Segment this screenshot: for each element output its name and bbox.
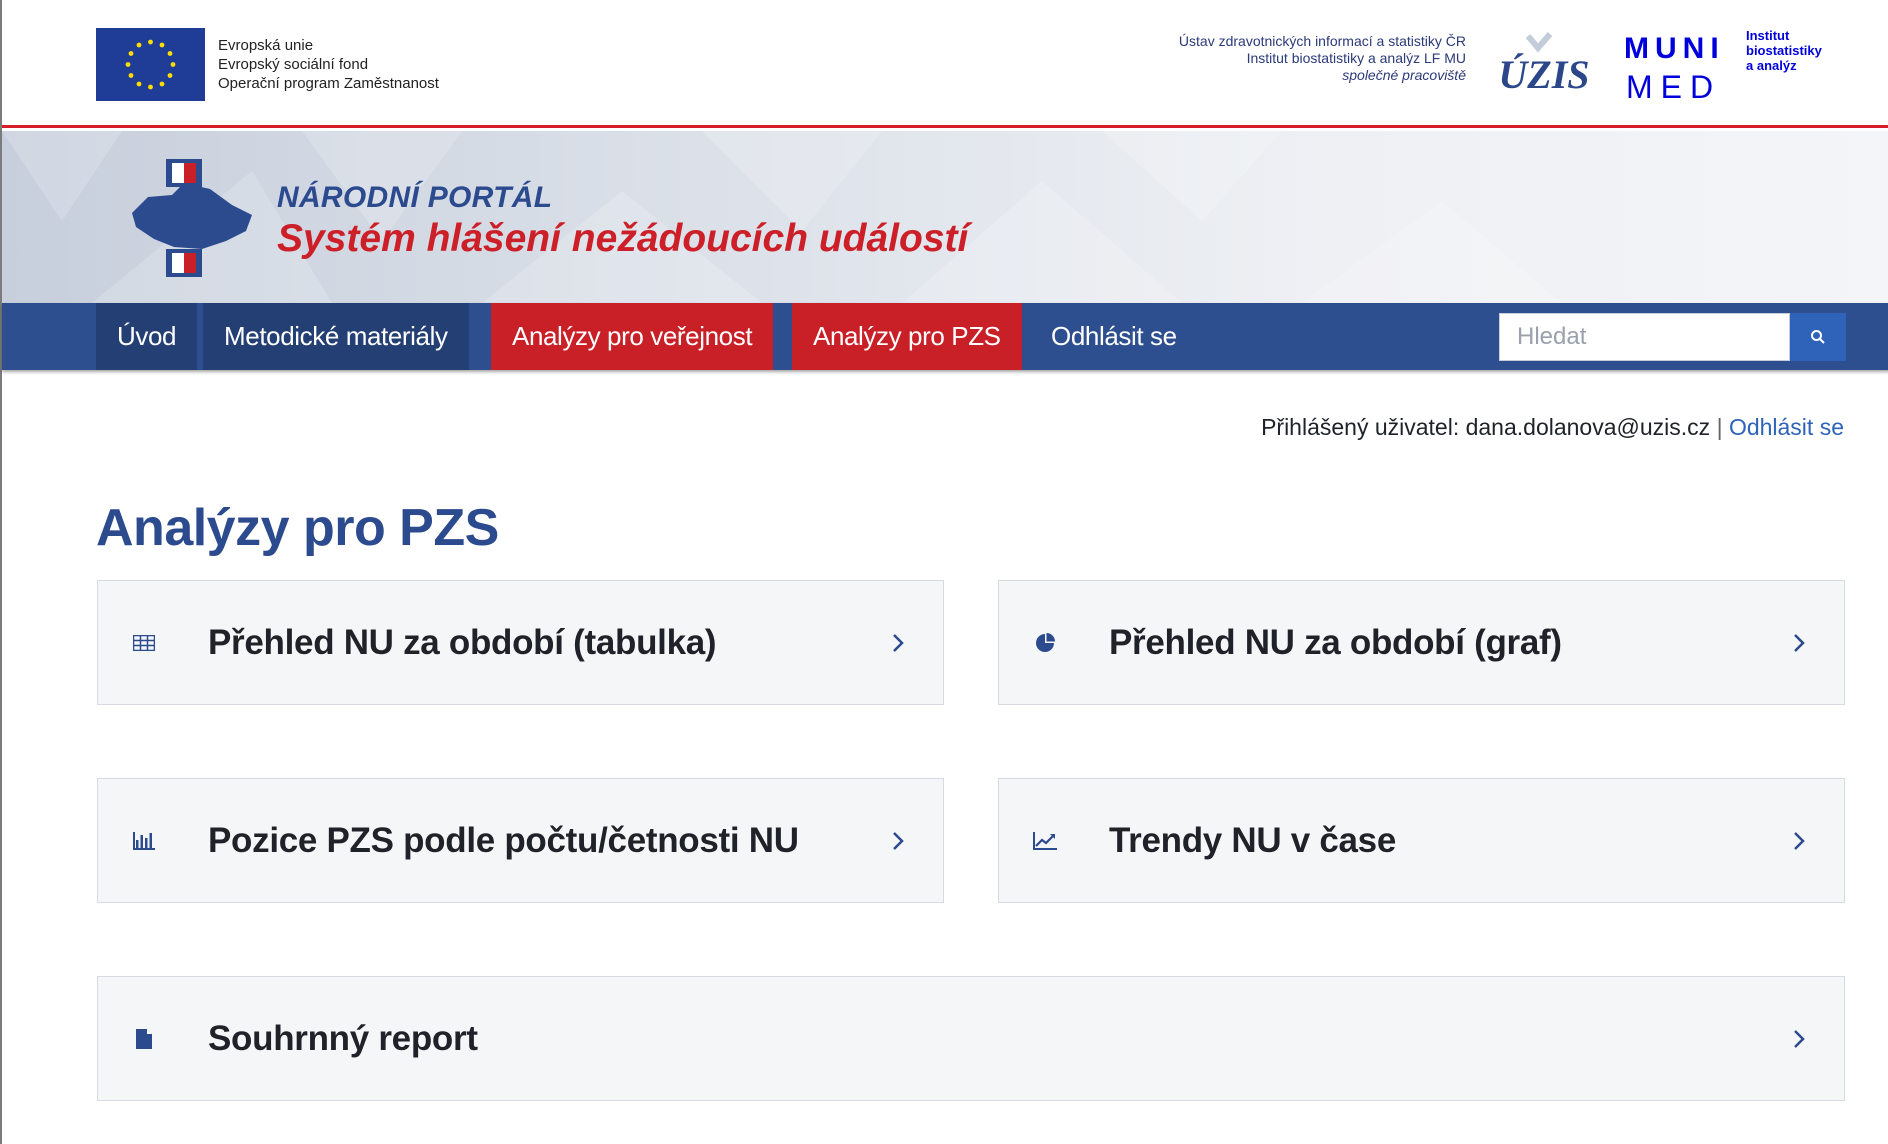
card-label: Trendy NU v čase <box>1109 820 1397 860</box>
chevron-right-icon <box>1794 633 1805 652</box>
logout-link[interactable]: Odhlásit se <box>1729 414 1844 440</box>
ibiostat-line-1: Institut <box>1746 28 1790 43</box>
institute-text: Ústav zdravotnických informací a statist… <box>1046 33 1466 84</box>
uzis-logo: ÚZIS <box>1498 30 1592 100</box>
card-prehled-graf[interactable]: Přehled NU za období (graf) <box>998 580 1845 705</box>
logo-strip: Evropská unie Evropský sociální fond Ope… <box>2 0 1888 128</box>
muni-med-logo: MUNI MED <box>1624 28 1736 105</box>
page-frame: Evropská unie Evropský sociální fond Ope… <box>0 0 1888 1144</box>
nav-item-odhlasit-se[interactable]: Odhlásit se <box>1030 303 1198 370</box>
eu-line-1: Evropská unie <box>218 37 314 54</box>
page-title: Analýzy pro PZS <box>96 499 499 557</box>
chevron-right-icon <box>1794 831 1805 850</box>
table-icon <box>132 631 156 655</box>
ibiostat-logo-text: Institut biostatistiky a analýz <box>1746 28 1822 73</box>
search-box <box>1499 313 1790 361</box>
chevron-right-icon <box>893 633 904 652</box>
card-label: Přehled NU za období (graf) <box>1109 622 1562 662</box>
portal-title-small: NÁRODNÍ PORTÁL <box>277 181 553 214</box>
nav-item-uvod[interactable]: Úvod <box>96 303 198 370</box>
institute-line-2: Institut biostatistiky a analýz LF MU <box>1246 50 1466 66</box>
svg-text:MUNI: MUNI <box>1624 32 1725 65</box>
portal-title-large: Systém hlášení nežádoucích událostí <box>277 217 969 260</box>
svg-text:MED: MED <box>1626 69 1721 104</box>
bar-chart-icon <box>132 829 156 853</box>
card-label: Přehled NU za období (tabulka) <box>208 622 717 662</box>
chevron-right-icon <box>1794 1029 1805 1048</box>
logged-user-text: Přihlášený uživatel: dana.dolanova@uzis.… <box>1261 414 1711 440</box>
czech-map-logo <box>114 153 264 283</box>
user-separator: | <box>1716 414 1723 440</box>
card-pozice-pzs[interactable]: Pozice PZS podle počtu/četnosti NU <box>97 778 944 903</box>
eu-flag-logo <box>96 28 205 101</box>
eu-line-2: Evropský sociální fond <box>218 56 369 73</box>
main-nav: Úvod Metodické materiály Analýzy pro veř… <box>2 303 1888 370</box>
eu-text: Evropská unie Evropský sociální fond Ope… <box>218 36 439 93</box>
nav-item-analyzy-pro-verejnost[interactable]: Analýzy pro veřejnost <box>491 303 774 370</box>
nav-item-metodicke-materialy[interactable]: Metodické materiály <box>203 303 469 370</box>
line-chart-icon <box>1033 829 1057 853</box>
eu-line-3: Operační program Zaměstnanost <box>218 75 439 92</box>
institute-line-3: společné pracoviště <box>1342 67 1466 83</box>
ibiostat-line-3: a analýz <box>1746 58 1797 73</box>
card-souhrnny-report[interactable]: Souhrnný report <box>97 976 1845 1101</box>
search-input[interactable] <box>1500 314 1788 360</box>
search-icon <box>1811 330 1825 344</box>
card-label: Souhrnný report <box>208 1018 478 1058</box>
card-prehled-tabulka[interactable]: Přehled NU za období (tabulka) <box>97 580 944 705</box>
card-label: Pozice PZS podle počtu/četnosti NU <box>208 820 799 860</box>
institute-line-1: Ústav zdravotnických informací a statist… <box>1178 33 1466 49</box>
nav-item-analyzy-pro-pzs[interactable]: Analýzy pro PZS <box>792 303 1022 370</box>
search-button[interactable] <box>1790 313 1846 361</box>
ibiostat-line-2: biostatistiky <box>1746 43 1822 58</box>
portal-banner: NÁRODNÍ PORTÁL Systém hlášení nežádoucíc… <box>2 131 1888 303</box>
svg-text:ÚZIS: ÚZIS <box>1498 52 1589 97</box>
chevron-right-icon <box>893 831 904 850</box>
pie-chart-icon <box>1033 631 1057 655</box>
file-icon <box>132 1027 156 1051</box>
logged-user-line: Přihlášený uživatel: dana.dolanova@uzis.… <box>1261 414 1844 441</box>
card-trendy-nu[interactable]: Trendy NU v čase <box>998 778 1845 903</box>
